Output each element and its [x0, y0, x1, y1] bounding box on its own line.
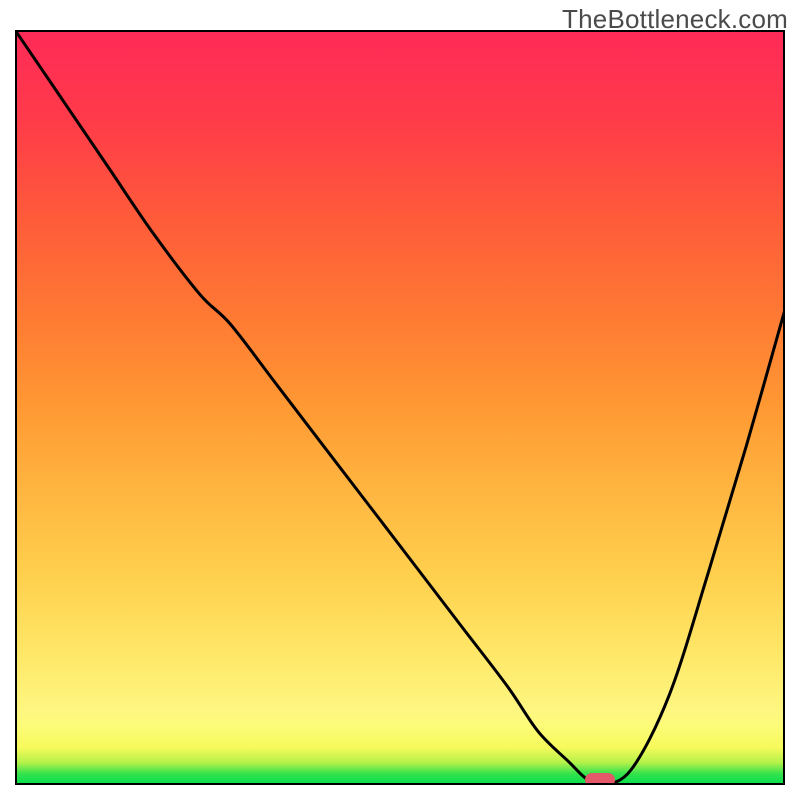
optimal-marker: [585, 773, 615, 785]
bottleneck-curve: [15, 30, 785, 785]
chart-stage: TheBottleneck.com: [0, 0, 800, 800]
bottleneck-curve-path: [15, 30, 785, 785]
plot-area: [15, 30, 785, 785]
watermark-text: TheBottleneck.com: [562, 4, 788, 35]
